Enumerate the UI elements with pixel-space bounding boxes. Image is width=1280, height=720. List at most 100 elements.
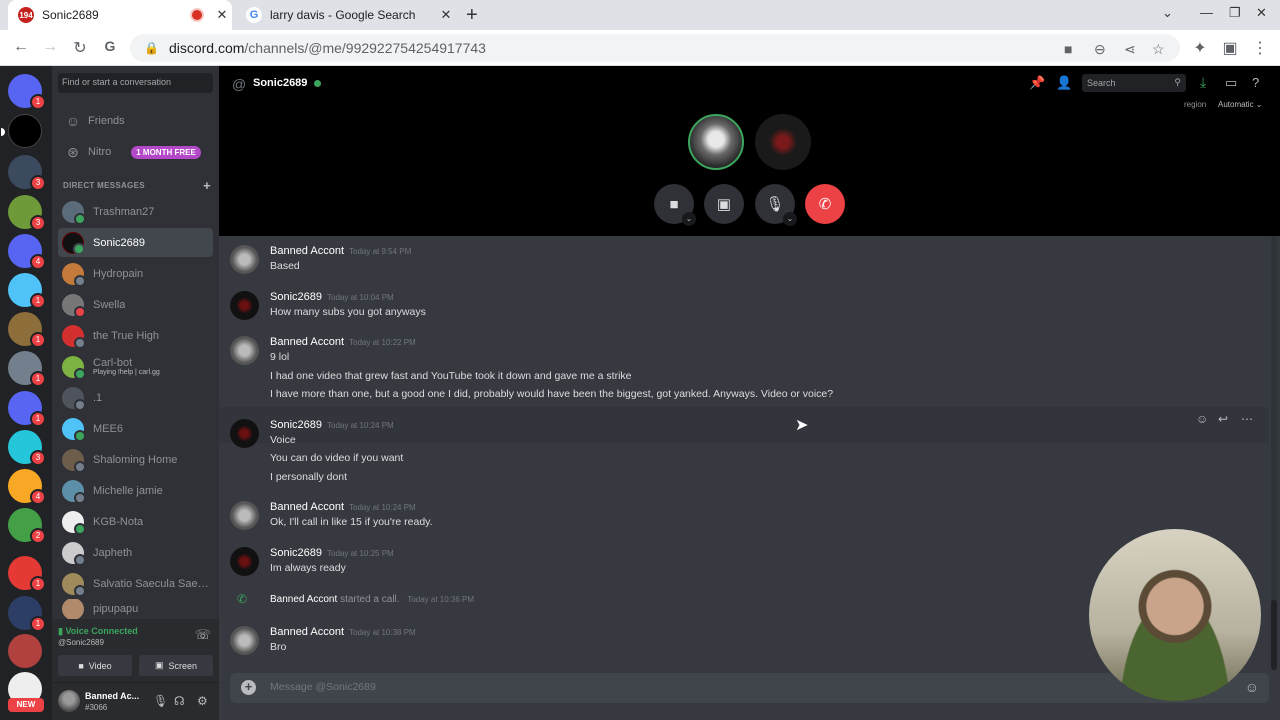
- dm-item[interactable]: Salvatio Saecula Saecu...: [58, 569, 213, 598]
- close-window-icon[interactable]: ✕: [1256, 5, 1267, 21]
- reload-icon[interactable]: ↻: [70, 38, 90, 58]
- screen-share-button[interactable]: ▣: [704, 184, 744, 224]
- dm-item[interactable]: pipupapu: [58, 599, 213, 619]
- voice-channel[interactable]: @Sonic2689: [58, 638, 104, 647]
- header-search-input[interactable]: Search ⚲: [1082, 74, 1186, 92]
- author-name[interactable]: Sonic2689: [270, 419, 322, 431]
- reply-icon[interactable]: ↩: [1218, 412, 1228, 426]
- avatar[interactable]: [230, 291, 259, 320]
- nitro-nav[interactable]: ⊛ Nitro 1 MONTH FREE: [58, 139, 213, 165]
- headphones-icon[interactable]: ☊: [174, 694, 185, 708]
- tab-search-icon[interactable]: ⌄: [1162, 5, 1173, 21]
- attach-plus-icon[interactable]: +: [241, 680, 256, 695]
- create-dm-icon[interactable]: +: [203, 178, 211, 193]
- microphone-icon[interactable]: 🎙: [153, 694, 168, 708]
- dm-item[interactable]: .1: [58, 383, 213, 412]
- server-icon[interactable]: 4: [8, 234, 46, 270]
- new-tab-icon[interactable]: +: [466, 4, 478, 27]
- server-icon[interactable]: 3: [8, 155, 46, 191]
- dm-item[interactable]: Carl-bot Playing !help | carl.gg: [58, 352, 213, 381]
- dm-item-active[interactable]: Sonic2689: [58, 228, 213, 257]
- chevron-down-icon[interactable]: ⌄: [682, 212, 696, 226]
- avatar[interactable]: [230, 245, 259, 274]
- home-discord-icon[interactable]: 1: [8, 74, 46, 110]
- region-select[interactable]: Automatic ⌄: [1218, 100, 1263, 109]
- screen-button[interactable]: ▣ Screen: [139, 655, 213, 676]
- browser-tab-discord[interactable]: 194 Sonic2689 ✕: [8, 0, 232, 30]
- pinned-icon[interactable]: 📌: [1029, 75, 1045, 91]
- dm-search-input[interactable]: Find or start a conversation: [58, 73, 213, 93]
- minimize-icon[interactable]: —: [1200, 5, 1213, 20]
- scrollbar-thumb[interactable]: [1271, 600, 1277, 670]
- menu-icon[interactable]: ⋮: [1250, 38, 1270, 58]
- server-icon[interactable]: 1: [8, 351, 46, 387]
- disconnect-icon[interactable]: ☏: [195, 627, 211, 643]
- friends-nav[interactable]: ☺ Friends: [58, 108, 213, 134]
- avatar[interactable]: [230, 547, 259, 576]
- address-bar[interactable]: 🔒 discord.com/channels/@me/9929227542549…: [130, 34, 1180, 62]
- back-icon[interactable]: ←: [11, 38, 31, 56]
- add-reaction-icon[interactable]: ☺: [1196, 412, 1208, 426]
- server-icon[interactable]: 1: [8, 596, 46, 632]
- author-name[interactable]: Banned Accont: [270, 594, 337, 605]
- camera-toggle-button[interactable]: ■ ⌄: [654, 184, 696, 226]
- dm-item[interactable]: Hydropain: [58, 259, 213, 288]
- mute-button[interactable]: 🎙 ⌄: [755, 184, 797, 226]
- dm-item[interactable]: Michelle jamie: [58, 476, 213, 505]
- call-participant-avatar[interactable]: [688, 114, 744, 170]
- dm-item[interactable]: Trashman27: [58, 197, 213, 226]
- server-icon[interactable]: 3: [8, 430, 46, 466]
- dm-item[interactable]: Swella: [58, 290, 213, 319]
- dm-item[interactable]: the True High: [58, 321, 213, 350]
- message-input[interactable]: Message @Sonic2689: [270, 681, 376, 693]
- author-name[interactable]: Banned Accont: [270, 245, 344, 257]
- sidepanel-icon[interactable]: ▣: [1220, 38, 1240, 58]
- server-icon[interactable]: 1: [8, 391, 46, 427]
- chevron-down-icon[interactable]: ⌄: [783, 212, 797, 226]
- bookmark-star-icon[interactable]: ☆: [1152, 41, 1165, 58]
- google-icon[interactable]: G: [100, 38, 120, 54]
- download-icon[interactable]: ⤓: [1200, 74, 1206, 91]
- avatar[interactable]: [230, 626, 259, 655]
- dm-item[interactable]: Japheth: [58, 538, 213, 567]
- dm-item[interactable]: MEE6: [58, 414, 213, 443]
- author-name[interactable]: Sonic2689: [270, 547, 322, 559]
- server-icon[interactable]: [1, 114, 42, 148]
- close-tab-icon[interactable]: ✕: [436, 7, 456, 23]
- browser-tab-google[interactable]: G larry davis - Google Search ✕: [236, 0, 456, 30]
- dm-item[interactable]: KGB-Nota: [58, 507, 213, 536]
- help-icon[interactable]: ?: [1252, 75, 1259, 90]
- author-name[interactable]: Banned Accont: [270, 501, 344, 513]
- server-icon[interactable]: 4: [8, 469, 46, 505]
- dm-item[interactable]: Shaloming Home: [58, 445, 213, 474]
- forward-icon[interactable]: →: [40, 38, 60, 56]
- author-name[interactable]: Banned Accont: [270, 336, 344, 348]
- avatar[interactable]: [230, 501, 259, 530]
- settings-gear-icon[interactable]: ⚙: [197, 694, 208, 708]
- restore-icon[interactable]: ❐: [1229, 5, 1241, 21]
- emoji-icon[interactable]: ☺: [1245, 679, 1259, 695]
- camera-icon[interactable]: ■: [1064, 41, 1072, 57]
- server-icon[interactable]: 1: [8, 556, 46, 592]
- zoom-icon[interactable]: ⊖: [1094, 41, 1106, 58]
- avatar[interactable]: [230, 336, 259, 365]
- video-button[interactable]: ■ Video: [58, 655, 132, 676]
- more-options-icon[interactable]: ⋯: [1241, 412, 1253, 426]
- extensions-icon[interactable]: ✦: [1190, 38, 1210, 58]
- add-friend-icon[interactable]: 👤: [1056, 75, 1072, 91]
- call-participant-avatar[interactable]: [755, 114, 811, 170]
- server-icon[interactable]: 3: [8, 195, 46, 231]
- author-name[interactable]: Sonic2689: [270, 291, 322, 303]
- server-icon[interactable]: 1: [8, 273, 46, 309]
- author-name[interactable]: Banned Accont: [270, 626, 344, 638]
- inbox-icon[interactable]: ▭: [1225, 75, 1237, 91]
- avatar[interactable]: [230, 419, 259, 448]
- message-composer[interactable]: + Message @Sonic2689 ☺: [230, 673, 1269, 703]
- end-call-button[interactable]: ✆: [805, 184, 845, 224]
- user-avatar[interactable]: [58, 690, 80, 712]
- server-icon[interactable]: [8, 634, 42, 668]
- server-icon[interactable]: 2: [8, 508, 46, 544]
- server-icon[interactable]: 1: [8, 312, 46, 348]
- share-icon[interactable]: ⋖: [1124, 41, 1136, 58]
- close-tab-icon[interactable]: ✕: [212, 7, 232, 23]
